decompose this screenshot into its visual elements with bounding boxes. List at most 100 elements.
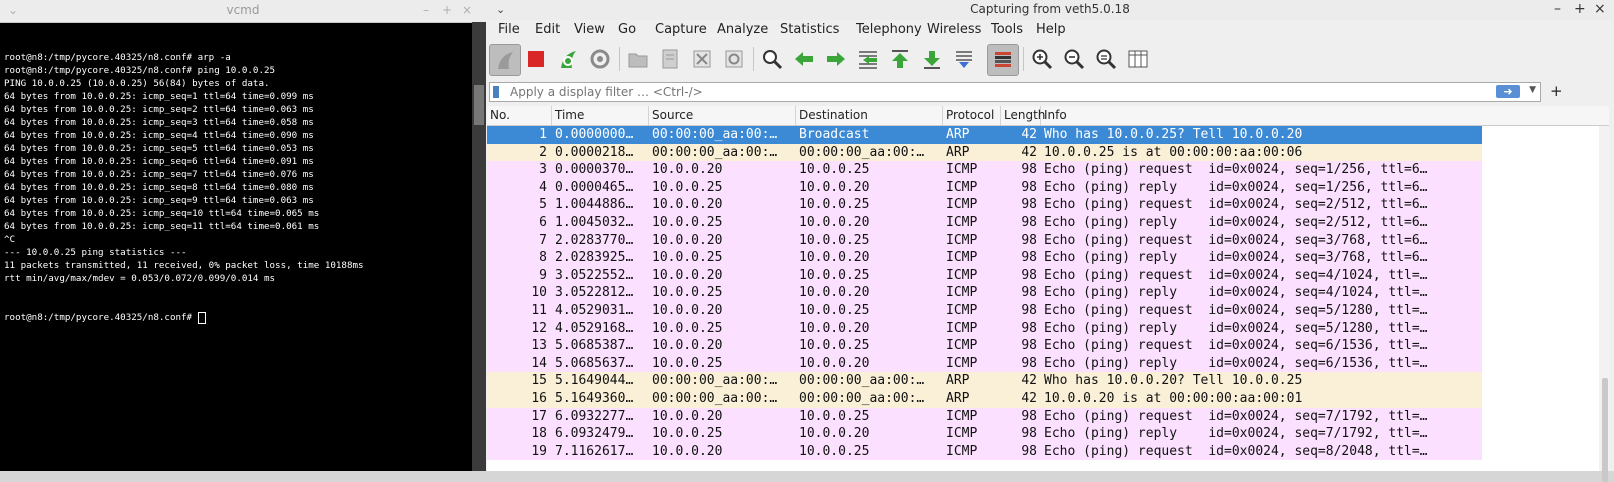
terminal-titlebar[interactable]: ⌄ vcmd – + × (0, 0, 486, 23)
open-file-button[interactable] (623, 44, 653, 74)
packet-cell-proto: ICMP (946, 426, 978, 442)
display-filter-input[interactable] (510, 83, 1490, 101)
menu-wireless[interactable]: Wireless (927, 22, 981, 37)
packet-row[interactable]: 1 0.0000000… 00:00:00_aa:00:… Broadcast ARP 4… (487, 126, 1482, 144)
menu-view[interactable]: View (574, 22, 605, 37)
go-first-packet-icon (892, 50, 908, 68)
packet-row[interactable]: 10 3.0522812… 10.0.0.25 10.0.0.20 ICMP 98 Echo… (487, 284, 1482, 302)
column-header-info[interactable]: Info (1041, 106, 1609, 125)
column-header-length[interactable]: Length (1001, 106, 1045, 125)
close-icon[interactable]: × (462, 3, 472, 17)
menu-analyze[interactable]: Analyze (717, 22, 768, 37)
autoscroll-button[interactable] (949, 44, 979, 74)
terminal-window: ⌄ vcmd – + × root@n8:/tmp/pycore.40325/n… (0, 0, 486, 471)
close-file-button[interactable] (687, 44, 717, 74)
column-header-destination[interactable]: Destination (796, 106, 943, 125)
packet-row[interactable]: 8 2.0283925… 10.0.0.25 10.0.0.20 ICMP 98 Echo … (487, 249, 1482, 267)
add-filter-button-icon[interactable]: + (1550, 82, 1563, 100)
terminal-output[interactable]: root@n8:/tmp/pycore.40325/n8.conf# arp -… (4, 25, 468, 471)
packet-cell-proto: ICMP (946, 232, 978, 248)
start-capture-button[interactable] (489, 44, 521, 76)
menu-go[interactable]: Go (618, 22, 636, 37)
packet-row[interactable]: 3 0.0000370… 10.0.0.20 10.0.0.25 ICMP 98 Echo … (487, 161, 1482, 179)
packet-cell-proto: ARP (946, 127, 970, 142)
packet-list-scrollbar-thumb[interactable] (1602, 378, 1608, 482)
reload-file-button[interactable] (719, 44, 749, 74)
menu-tools[interactable]: Tools (991, 22, 1023, 37)
packet-row[interactable]: 16 5.1649360… 00:00:00_aa:00:… 00:00:00_aa:… (487, 389, 1482, 408)
packet-row[interactable]: 5 1.0044886… 10.0.0.20 10.0.0.25 ICMP 98 Echo … (487, 196, 1482, 214)
close-icon[interactable]: × (1594, 1, 1606, 17)
zoom-in-icon (1032, 49, 1053, 70)
go-first-packet-button[interactable] (885, 44, 915, 74)
minimize-icon[interactable]: – (423, 3, 429, 17)
terminal-line: rtt min/avg/max/mdev = 0.053/0.072/0.099… (4, 273, 276, 284)
menu-statistics[interactable]: Statistics (780, 22, 839, 37)
minimize-icon[interactable]: – (1554, 1, 1561, 17)
reload-file-icon (725, 50, 743, 68)
stop-capture-button[interactable] (521, 44, 551, 74)
packet-cell-proto: ICMP (946, 338, 978, 354)
menu-capture[interactable]: Capture (655, 22, 707, 37)
wireshark-titlebar[interactable]: ⌄ Capturing from veth5.0.18 – + × (486, 0, 1614, 20)
menu-telephony[interactable]: Telephony (856, 22, 922, 37)
maximize-icon[interactable]: + (1574, 1, 1586, 17)
apply-filter-arrow-icon[interactable]: ➜ (1496, 85, 1520, 98)
open-file-icon (628, 53, 648, 68)
menu-help[interactable]: Help (1036, 22, 1066, 37)
go-forward-button[interactable] (821, 44, 851, 74)
terminal-line: --- 10.0.0.25 ping statistics --- (4, 247, 187, 258)
chevron-down-icon[interactable]: ▼ (1529, 85, 1536, 95)
packet-cell-info: 10.0.0.20 is at 00:00:00:aa:00:01 (1044, 390, 1303, 406)
zoom-in-button[interactable] (1027, 44, 1057, 74)
maximize-icon[interactable]: + (442, 3, 452, 17)
go-back-button[interactable] (789, 44, 819, 74)
packet-row[interactable]: 11 4.0529031… 10.0.0.20 10.0.0.25 ICMP 98 Echo… (487, 301, 1482, 320)
save-file-button[interactable] (655, 44, 685, 74)
packet-cell-info: 10.0.0.25 is at 00:00:00:aa:00:06 (1044, 144, 1303, 160)
packet-row[interactable]: 2 0.0000218… 00:00:00_aa:00:… 00:00:00_aa:0… (487, 143, 1482, 162)
column-header-protocol[interactable]: Protocol (943, 106, 1001, 125)
packet-row[interactable]: 13 5.0685387… 10.0.0.20 10.0.0.25 ICMP 98 Echo… (487, 337, 1482, 355)
column-header-no[interactable]: No. (487, 106, 552, 125)
packet-cell-info: Echo (ping) request id=0x0024, seq=7/179… (1044, 408, 1428, 424)
resize-columns-button[interactable] (1123, 44, 1153, 74)
packet-cell-src: 10.0.0.20 (652, 197, 723, 213)
packet-row[interactable]: 7 2.0283770… 10.0.0.20 10.0.0.25 ICMP 98 Echo … (487, 231, 1482, 250)
resize-columns-icon (1128, 50, 1148, 68)
restart-capture-button[interactable] (553, 44, 583, 74)
packet-cell-len: 98 (1021, 214, 1037, 230)
packet-cell-len: 98 (1021, 197, 1037, 213)
packet-cell-proto: ARP (946, 373, 970, 389)
zoom-out-button[interactable] (1059, 44, 1089, 74)
capture-options-button[interactable] (585, 44, 615, 74)
colorize-button[interactable] (987, 44, 1019, 76)
packet-row[interactable]: 12 4.0529168… 10.0.0.25 10.0.0.20 ICMP 98 Echo… (487, 319, 1482, 338)
packet-row[interactable]: 6 1.0045032… 10.0.0.25 10.0.0.20 ICMP 98 Echo … (487, 213, 1482, 232)
packet-row[interactable]: 19 7.1162617… 10.0.0.20 10.0.0.25 ICMP 98 Echo… (487, 442, 1482, 461)
packet-row[interactable]: 4 0.0000465… 10.0.0.25 10.0.0.20 ICMP 98 Echo … (487, 178, 1482, 197)
go-last-packet-button[interactable] (917, 44, 947, 74)
terminal-scrollbar[interactable] (472, 22, 486, 471)
bookmark-icon[interactable] (493, 86, 499, 98)
menu-file[interactable]: File (498, 22, 520, 37)
packet-cell-no: 10 (531, 285, 547, 301)
packet-row[interactable]: 9 3.0522552… 10.0.0.20 10.0.0.25 ICMP 98 Echo … (487, 266, 1482, 285)
column-header-time[interactable]: Time (552, 106, 649, 125)
terminal-line: 64 bytes from 10.0.0.25: icmp_seq=4 ttl=… (4, 130, 314, 141)
terminal-prompt-line[interactable]: root@n8:/tmp/pycore.40325/n8.conf# (4, 311, 468, 324)
packet-list-scrollbar[interactable] (1599, 126, 1609, 482)
go-to-packet-button[interactable] (853, 44, 883, 74)
terminal-scrollbar-thumb[interactable] (474, 85, 484, 125)
normal-size-button[interactable] (1091, 44, 1121, 74)
packet-list: No. Time Source Destination Protocol Len… (487, 106, 1609, 482)
menu-edit[interactable]: Edit (535, 22, 560, 37)
packet-row[interactable]: 18 6.0932479… 10.0.0.25 10.0.0.20 ICMP 98 Echo… (487, 425, 1482, 443)
column-header-source[interactable]: Source (649, 106, 796, 125)
packet-row[interactable]: 15 5.1649044… 00:00:00_aa:00:… 00:00:00_aa:… (487, 372, 1482, 390)
find-packet-button[interactable] (757, 44, 787, 74)
packet-row[interactable]: 14 5.0685637… 10.0.0.25 10.0.0.20 ICMP 98 Echo… (487, 354, 1482, 373)
packet-cell-info: Who has 10.0.0.20? Tell 10.0.0.25 (1044, 373, 1303, 389)
wireshark-title: Capturing from veth5.0.18 (970, 2, 1130, 16)
packet-row[interactable]: 17 6.0932277… 10.0.0.20 10.0.0.25 ICMP 98 Echo… (487, 407, 1482, 426)
